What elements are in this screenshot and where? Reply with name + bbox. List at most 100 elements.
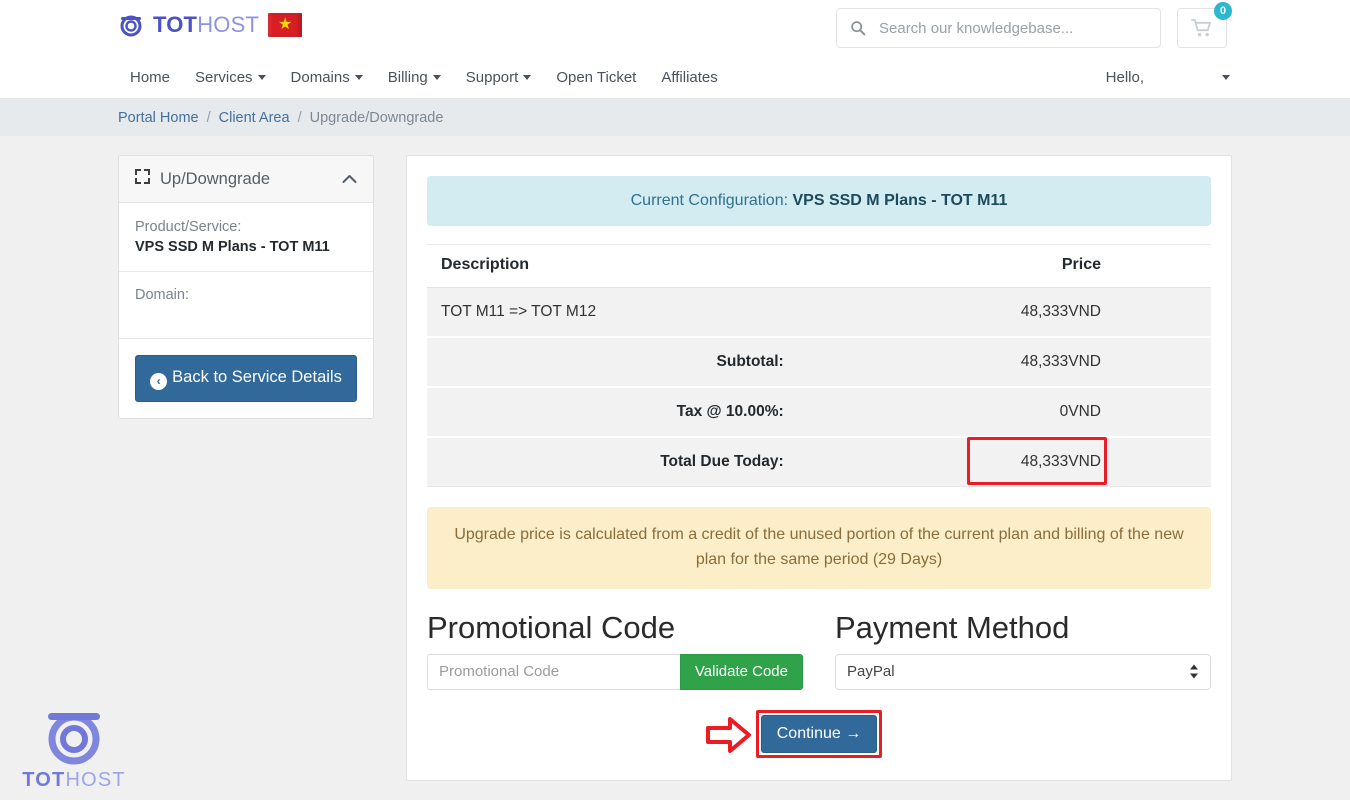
breadcrumb-item-client-area[interactable]: Client Area [219,110,290,126]
panel-header[interactable]: Up/Downgrade [119,156,373,203]
promotional-code-input[interactable] [427,654,680,690]
user-greeting: Hello, [1106,69,1144,86]
table-head: Description Price [427,245,1211,288]
continue-button-label: Continue [777,725,841,742]
expand-corners-icon [135,169,150,189]
back-button-label: Back to Service Details [172,368,342,386]
continue-button[interactable]: Continue → [761,715,878,753]
table-header-row: Description Price [427,245,1211,288]
product-service-block: Product/Service: VPS SSD M Plans - TOT M… [119,203,373,272]
row-subtotal-price: 48,333VND [798,337,1211,387]
logo-text-host: HOST [197,12,259,37]
upgrade-order-card: Current Configuration: VPS SSD M Plans -… [406,155,1232,781]
red-arrow-right-annotation [705,716,753,758]
breadcrumb-separator: / [298,110,302,126]
row-description: TOT M11 => TOT M12 [427,288,798,338]
breadcrumb-item-portal-home[interactable]: Portal Home [118,110,199,126]
promotional-code-section: Promotional Code Validate Code [427,611,803,690]
nav-label: Services [195,69,253,86]
nav-item-home[interactable]: Home [130,69,170,86]
continue-row: Continue → [427,710,1211,758]
site-header: TOTHOST ★ 0 [0,0,1350,56]
tothost-footer-icon [38,703,110,765]
current-configuration-value: VPS SSD M Plans - TOT M11 [793,192,1008,209]
nav-label: Open Ticket [556,69,636,86]
chevron-down-icon [433,75,441,80]
table-row: Subtotal: 48,333VND [427,337,1211,387]
table-row: Tax @ 10.00%: 0VND [427,387,1211,437]
footer-logo-tot: TOT [22,769,65,791]
continue-highlight-annotation: Continue → [756,710,883,758]
footer-logo: TOTHOST [20,703,128,792]
nav-label: Billing [388,69,428,86]
chevron-up-icon[interactable] [342,171,357,188]
current-configuration-label: Current Configuration: [631,192,788,209]
column-header-price: Price [798,245,1211,288]
payment-select-wrap: PayPal [835,654,1211,690]
column-header-description: Description [427,245,798,288]
order-summary-table: Description Price TOT M11 => TOT M12 48,… [427,244,1211,487]
chevron-down-icon [1222,75,1230,80]
nav-item-billing[interactable]: Billing [388,69,441,86]
footer-logo-host: HOST [65,769,125,791]
user-account-menu[interactable]: Hello, [1106,56,1230,99]
nav-label: Home [130,69,170,86]
site-logo[interactable]: TOTHOST ★ [118,12,302,38]
payment-method-heading: Payment Method [835,611,1211,645]
panel-title: Up/Downgrade [160,170,332,189]
shopping-cart-icon [1191,18,1213,38]
search-input[interactable] [879,9,1160,47]
panel-footer: ‹ Back to Service Details [119,339,373,418]
nav-label: Domains [291,69,350,86]
cart-button[interactable]: 0 [1177,8,1227,48]
main-navigation: Home Services Domains Billing Support Op… [0,56,1350,99]
nav-item-support[interactable]: Support [466,69,532,86]
updowngrade-panel: Up/Downgrade Product/Service: VPS SSD M … [118,155,374,419]
arrow-right-icon: → [845,725,861,742]
table-row: Total Due Today: 48,333VND [427,437,1211,487]
row-tax-price: 0VND [798,387,1211,437]
domain-label: Domain: [135,284,357,306]
logo-text-tot: TOT [153,12,197,37]
search-icon [837,20,879,36]
sidebar: Up/Downgrade Product/Service: VPS SSD M … [118,155,374,781]
chevron-down-icon [355,75,363,80]
chevron-down-icon [258,75,266,80]
promotional-code-heading: Promotional Code [427,611,803,645]
page-content: Up/Downgrade Product/Service: VPS SSD M … [0,136,1350,781]
table-body: TOT M11 => TOT M12 48,333VND Subtotal: 4… [427,288,1211,487]
current-configuration-alert: Current Configuration: VPS SSD M Plans -… [427,176,1211,226]
flag-star: ★ [278,17,292,33]
tothost-logo-icon [118,12,144,38]
row-price: 48,333VND [798,288,1211,338]
vietnam-flag-icon: ★ [268,13,302,37]
payment-method-section: Payment Method PayPal [835,611,1211,690]
knowledgebase-search[interactable] [836,8,1161,48]
nav-label: Affiliates [661,69,717,86]
back-to-service-details-button[interactable]: ‹ Back to Service Details [135,355,357,402]
nav-items: Home Services Domains Billing Support Op… [130,56,718,99]
payment-method-select[interactable]: PayPal [835,654,1211,690]
nav-item-affiliates[interactable]: Affiliates [661,69,717,86]
row-total-label: Total Due Today: [427,437,798,487]
arrow-circle-left-icon: ‹ [150,373,167,390]
footer-logo-text: TOTHOST [22,769,126,792]
promo-input-group: Validate Code [427,654,803,690]
product-service-value: VPS SSD M Plans - TOT M11 [135,239,357,255]
breadcrumb-item-current: Upgrade/Downgrade [310,110,444,126]
validate-code-button[interactable]: Validate Code [680,654,803,690]
nav-item-services[interactable]: Services [195,69,266,86]
nav-item-domains[interactable]: Domains [291,69,363,86]
row-tax-label: Tax @ 10.00%: [427,387,798,437]
cart-count-badge: 0 [1214,2,1232,20]
checkout-forms: Promotional Code Validate Code Payment M… [427,611,1211,690]
nav-label: Support [466,69,519,86]
upgrade-price-notice: Upgrade price is calculated from a credi… [427,507,1211,589]
breadcrumb-bar: Portal Home / Client Area / Upgrade/Down… [0,99,1350,136]
logo-wordmark: TOTHOST [153,14,259,36]
row-subtotal-label: Subtotal: [427,337,798,387]
breadcrumb: Portal Home / Client Area / Upgrade/Down… [118,110,443,126]
table-row: TOT M11 => TOT M12 48,333VND [427,288,1211,338]
nav-item-open-ticket[interactable]: Open Ticket [556,69,636,86]
product-service-label: Product/Service: [135,216,357,238]
